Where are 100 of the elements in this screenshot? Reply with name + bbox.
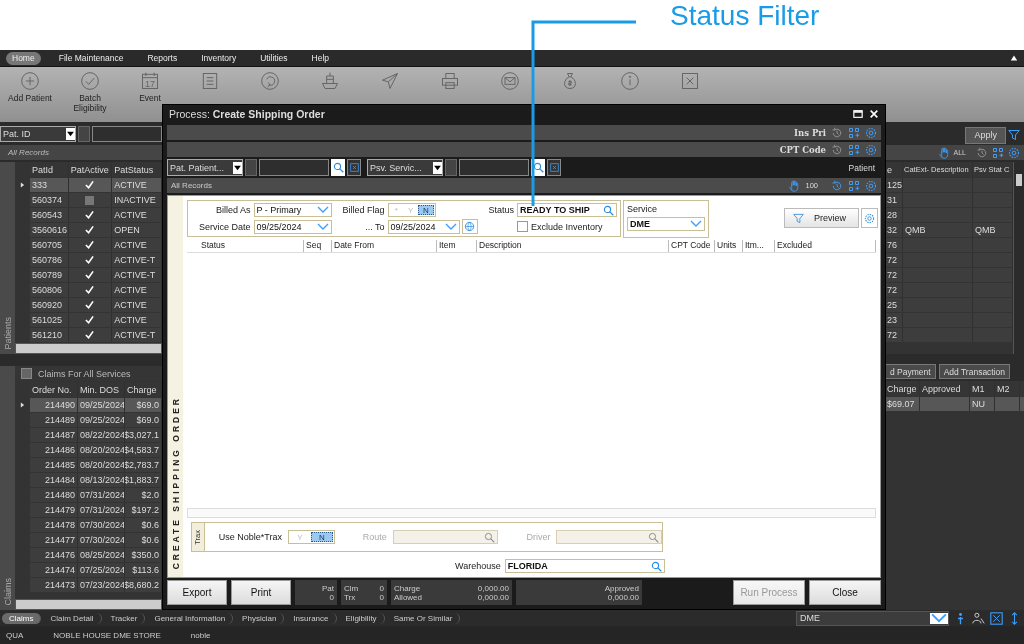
date-field[interactable]: 09/25/2024 <box>253 219 332 234</box>
filter-icon[interactable] <box>1008 129 1020 141</box>
table-row[interactable]: 560705 ACTIVE <box>15 238 162 253</box>
scrollbar[interactable] <box>15 599 162 610</box>
table-row[interactable]: 560920 ACTIVE <box>15 298 162 313</box>
table-row[interactable]: 214480 07/31/2024 $2.0 <box>15 488 162 503</box>
search-icon[interactable] <box>648 531 659 543</box>
dropdown[interactable]: P - Primary <box>253 203 332 217</box>
column-header[interactable]: Description <box>477 240 669 252</box>
menu-tab[interactable]: Help <box>305 51 336 65</box>
column-header[interactable]: Min. DOS <box>78 382 125 397</box>
grid-add-icon[interactable] <box>848 143 860 156</box>
people-icon[interactable] <box>972 611 985 625</box>
column-header[interactable]: Excluded <box>775 240 876 252</box>
action-button[interactable]: Print <box>231 580 291 605</box>
globe-button[interactable] <box>461 219 478 234</box>
table-row[interactable]: 214490 09/25/2024 $69.0 <box>15 398 162 413</box>
driver-field[interactable] <box>556 530 662 544</box>
history-icon[interactable] <box>831 143 843 156</box>
tab[interactable]: Claim Detail <box>43 612 102 624</box>
clear-button[interactable] <box>547 159 561 176</box>
side-tab[interactable]: Claims <box>0 366 15 610</box>
settings-icon[interactable] <box>865 179 877 192</box>
checkbox[interactable] <box>517 221 529 232</box>
column-header[interactable]: M2 <box>995 381 1020 396</box>
toggle-option[interactable]: N <box>310 532 333 542</box>
table-row[interactable]: 333 ACTIVE <box>15 178 162 193</box>
table-row[interactable]: 560786 ACTIVE-T <box>15 253 162 268</box>
column-header[interactable]: Date From <box>332 240 437 252</box>
history-icon[interactable] <box>831 126 843 139</box>
table-row[interactable]: 560806 ACTIVE <box>15 283 162 298</box>
table-row[interactable]: 561210 ACTIVE-T <box>15 328 162 343</box>
route-field[interactable] <box>392 530 499 544</box>
table-row[interactable]: 214476 08/25/2024 $350.0 <box>15 548 162 563</box>
column-header[interactable]: Status <box>199 240 304 252</box>
hand-icon[interactable] <box>937 146 950 159</box>
column-header[interactable]: Item <box>437 240 477 252</box>
column-header[interactable]: Units <box>715 240 743 252</box>
table-row[interactable]: 560374 INACTIVE <box>15 193 162 208</box>
table-row[interactable]: 214474 07/25/2024 $113.6 <box>15 563 162 578</box>
clear-button[interactable] <box>347 159 361 176</box>
settings-icon[interactable] <box>1008 146 1020 159</box>
menu-tab[interactable]: Inventory <box>195 51 243 65</box>
hand-icon[interactable] <box>788 179 801 192</box>
operator-button[interactable] <box>445 159 457 176</box>
column-header[interactable]: PatId <box>29 162 69 177</box>
collapse-icon[interactable] <box>1010 54 1018 62</box>
ribbon-button[interactable]: Add Patient <box>0 67 60 103</box>
search-field[interactable] <box>92 126 162 142</box>
expand-icon[interactable] <box>990 611 1003 625</box>
sort-button[interactable] <box>78 126 90 142</box>
table-row[interactable]: 214477 07/30/2024 $0.6 <box>15 533 162 548</box>
table-row[interactable]: 560789 ACTIVE-T <box>15 268 162 283</box>
action-button[interactable]: Export <box>167 580 227 605</box>
grid-add-icon[interactable] <box>848 179 860 192</box>
column-header[interactable]: Seq <box>304 240 332 252</box>
ribbon-button[interactable]: 17 Event <box>120 67 180 103</box>
table-row[interactable]: 561025 ACTIVE <box>15 313 162 328</box>
settings-icon[interactable] <box>865 143 877 156</box>
column-header[interactable]: Approved <box>920 381 970 396</box>
table-row[interactable]: 214489 09/25/2024 $69.0 <box>15 413 162 428</box>
menu-tab[interactable]: Utilities <box>254 51 294 65</box>
checkbox[interactable] <box>21 368 32 379</box>
history-icon[interactable] <box>831 179 843 192</box>
grid-add-icon[interactable] <box>848 126 860 139</box>
search-icon[interactable] <box>650 560 662 572</box>
scrollbar[interactable] <box>15 343 162 354</box>
search-icon[interactable] <box>603 204 615 216</box>
field-selector[interactable]: Psv. Servic... <box>367 159 443 176</box>
ribbon-button[interactable]: Batch Eligibility <box>60 67 120 113</box>
toggle-option[interactable]: N <box>418 205 434 215</box>
settings-button[interactable] <box>861 208 878 228</box>
service-dropdown[interactable]: DME <box>796 610 949 626</box>
side-tab[interactable]: Patients <box>0 162 15 354</box>
preview-button[interactable]: Preview <box>784 208 859 228</box>
menu-tab[interactable]: Reports <box>141 51 184 65</box>
column-header[interactable]: Itm... <box>743 240 775 252</box>
history-icon[interactable] <box>976 146 988 159</box>
column-header[interactable]: Order No. <box>30 382 78 397</box>
table-row[interactable]: 214479 07/31/2024 $197.2 <box>15 503 162 518</box>
table-row[interactable]: 3560616 OPEN <box>15 223 162 238</box>
maximize-icon[interactable] <box>853 109 863 119</box>
action-button[interactable]: Close <box>809 580 881 605</box>
tab[interactable]: Insurance <box>286 612 337 624</box>
tab[interactable]: Physician <box>235 612 285 624</box>
settings-icon[interactable] <box>865 126 877 139</box>
operator-button[interactable] <box>245 159 257 176</box>
column-header[interactable]: PatActive <box>68 162 113 177</box>
warehouse-field[interactable]: FLORIDA <box>504 559 665 573</box>
menu-tab[interactable]: File Maintenance <box>52 51 130 65</box>
tab[interactable]: Claims <box>2 612 42 624</box>
toolbar-button[interactable]: d Payment <box>885 364 936 379</box>
status-filter-field[interactable]: READY TO SHIP <box>517 203 618 217</box>
search-icon[interactable] <box>484 531 496 543</box>
search-field[interactable] <box>459 159 529 176</box>
field-selector[interactable]: Pat. Patient... <box>167 159 243 176</box>
dropdown[interactable]: DME <box>627 217 706 231</box>
scrollbar[interactable] <box>1013 162 1024 354</box>
field-selector[interactable]: Pat. ID <box>0 126 76 142</box>
table-row[interactable]: 214478 07/30/2024 $0.6 <box>15 518 162 533</box>
